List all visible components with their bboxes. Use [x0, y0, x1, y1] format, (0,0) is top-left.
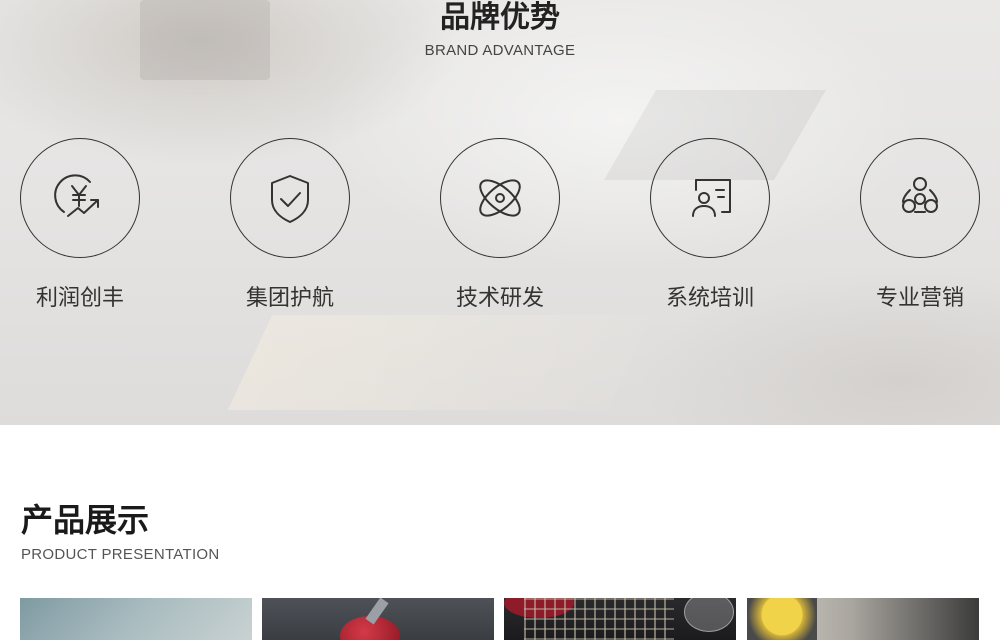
product-thumbnail[interactable]	[747, 598, 979, 640]
advantage-item-training[interactable]: 系统培训	[635, 138, 785, 318]
advantage-item-profit[interactable]: 利润创丰	[5, 138, 155, 318]
grill-image	[524, 598, 674, 640]
product-thumbnail[interactable]	[262, 598, 494, 640]
network-icon	[902, 177, 938, 213]
advantage-circle	[230, 138, 350, 258]
shield-check-icon	[271, 175, 309, 223]
advantage-item-rd[interactable]: 技术研发	[425, 138, 575, 318]
food-bowl-image	[747, 598, 817, 640]
brand-advantage-subtitle: BRAND ADVANTAGE	[424, 42, 576, 59]
presentation-icon	[692, 179, 731, 217]
yen-growth-icon	[54, 174, 99, 217]
atom-icon	[479, 179, 521, 217]
advantage-circle	[650, 138, 770, 258]
advantage-label: 利润创丰	[35, 286, 124, 311]
background-decoration	[227, 315, 653, 410]
brand-advantage-section: 品牌优势 BRAND ADVANTAGE 利润创丰 集团护航 技术研发 系统培训…	[0, 0, 1000, 425]
advantage-label: 专业营销	[875, 286, 964, 311]
advantage-label: 技术研发	[455, 286, 544, 311]
glass-image	[684, 598, 734, 632]
product-section-title: 产品展示	[21, 501, 150, 539]
product-thumbnail[interactable]	[20, 598, 252, 640]
brand-advantage-title: 品牌优势	[440, 0, 560, 35]
advantage-item-marketing[interactable]: 专业营销	[845, 138, 995, 318]
product-section-subtitle: PRODUCT PRESENTATION	[21, 546, 220, 563]
advantage-circle	[20, 138, 140, 258]
advantage-label: 系统培训	[665, 286, 754, 311]
advantage-label: 集团护航	[245, 286, 334, 311]
product-thumbnail[interactable]	[504, 598, 736, 640]
advantage-circle	[860, 138, 980, 258]
advantage-circle	[440, 138, 560, 258]
advantage-item-group-support[interactable]: 集团护航	[215, 138, 365, 318]
